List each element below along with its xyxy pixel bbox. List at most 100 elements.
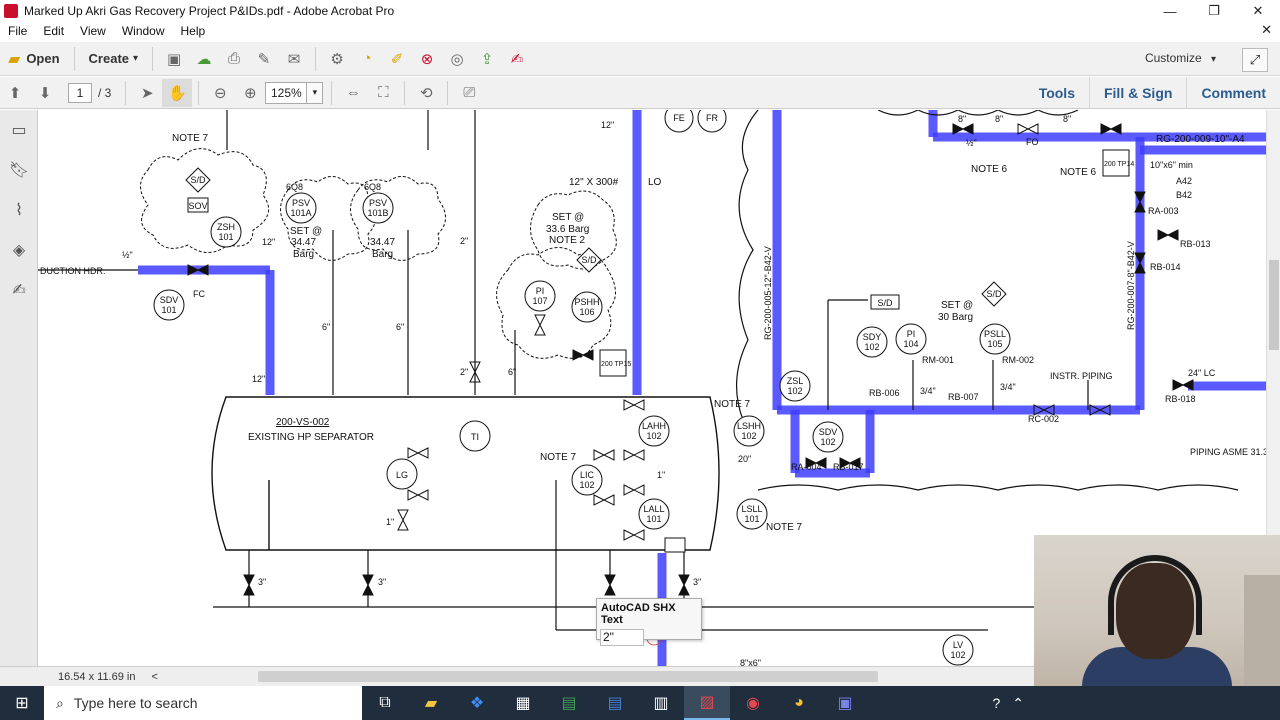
customize-dropdown[interactable]: Customize ▾ (1145, 51, 1216, 65)
open-label: Open (26, 51, 60, 66)
vertical-scroll-thumb[interactable] (1269, 260, 1279, 350)
review-icon[interactable]: ◎ (442, 45, 472, 73)
toolbar-divider (331, 80, 333, 105)
rotate-icon[interactable]: ⟲ (411, 79, 441, 107)
zoom-in-icon[interactable]: ⊕ (235, 79, 265, 107)
size-label-17: 3/4" (920, 386, 936, 396)
set-336-value: 33.6 Barg (546, 224, 589, 235)
page-total: / 3 (98, 85, 112, 100)
menu-help[interactable]: Help (173, 24, 214, 38)
lo-label: LO (648, 177, 662, 188)
search-placeholder: Type here to search (73, 695, 198, 711)
pipe-12x300-label: 12" X 300# (569, 177, 619, 188)
acrobat-taskbar-icon[interactable]: ▨ (684, 686, 730, 720)
sd-diamond-a: S/D (190, 175, 206, 185)
tp14-label: 200 TP14 (1104, 161, 1134, 168)
next-page-icon[interactable]: ⬇ (30, 79, 60, 107)
chrome-icon[interactable]: ◕ (776, 686, 822, 720)
file-explorer-icon[interactable]: ▰ (408, 686, 454, 720)
note6-label-a: NOTE 6 (971, 164, 1008, 175)
shx-text-tooltip: AutoCAD SHX Text 2" (596, 598, 702, 646)
save-icon[interactable]: ▣ (159, 45, 189, 73)
windows-start-icon[interactable]: ⊞ (0, 686, 44, 720)
tools-pane-link[interactable]: Tools (1025, 77, 1089, 109)
signature-panel-icon[interactable]: ✍ (0, 270, 38, 310)
highlight-icon[interactable]: ✐ (382, 45, 412, 73)
fit-width-icon[interactable]: ⇔ (338, 79, 368, 107)
lv102-num: 102 (950, 650, 965, 660)
menu-file[interactable]: File (0, 24, 35, 38)
screen-recorder-icon[interactable]: ◉ (730, 686, 776, 720)
teams-icon[interactable]: ▣ (822, 686, 868, 720)
word-icon[interactable]: ▤ (592, 686, 638, 720)
dropbox-icon[interactable]: ❖ (454, 686, 500, 720)
minimize-button[interactable]: — (1148, 0, 1192, 22)
comment-pane-link[interactable]: Comment (1186, 77, 1280, 109)
screenshot-icon[interactable]: ⎚ (454, 79, 484, 107)
email-icon[interactable]: ✉ (279, 45, 309, 73)
chevron-up-icon[interactable]: ⌃ (1006, 695, 1030, 712)
open-button[interactable]: ▰ Open (0, 45, 68, 73)
horizontal-scroll-thumb[interactable] (258, 671, 878, 682)
chevron-down-icon[interactable]: ▾ (307, 81, 324, 104)
help-icon[interactable]: ? (986, 695, 1006, 711)
expand-icon[interactable]: ⤢ (1242, 48, 1268, 72)
close-window-button[interactable]: ✕ (1236, 0, 1280, 22)
layers-icon[interactable]: ◈ (0, 230, 38, 270)
background-shelf (1244, 575, 1280, 686)
comment-bubble-icon[interactable]: ◔ (352, 45, 382, 73)
rb013-label: RB-013 (1180, 239, 1211, 249)
lahh102-num: 102 (646, 431, 661, 441)
sign-icon[interactable]: ✍ (502, 45, 532, 73)
rm002-label: RM-002 (1002, 355, 1034, 365)
fe-tag: FE (673, 113, 685, 123)
excel-icon[interactable]: ▤ (546, 686, 592, 720)
page-number-input[interactable]: 1 (68, 82, 92, 103)
create-label: Create (88, 51, 130, 66)
size-label-3: 8" (1063, 114, 1071, 124)
attachment-icon[interactable]: ⌇ (0, 190, 38, 230)
calculator-icon[interactable]: ▥ (638, 686, 684, 720)
gear-icon[interactable]: ⚙ (322, 45, 352, 73)
hand-tool-icon[interactable]: ✋ (162, 78, 193, 107)
zoom-level-input[interactable]: 125% (265, 81, 308, 104)
calendar-app-icon[interactable]: ▦ (500, 686, 546, 720)
page-thumbnails-icon[interactable]: ▭ (0, 110, 38, 150)
fit-page-icon[interactable]: ⛶ (368, 79, 398, 107)
menu-edit[interactable]: Edit (35, 24, 72, 38)
size-label-2: 8" (995, 114, 1003, 124)
toolbar-divider (404, 80, 406, 105)
size-label-12: 1" (386, 517, 394, 527)
restore-button[interactable]: ❐ (1192, 0, 1236, 22)
create-button[interactable]: Create ▾ (81, 45, 147, 73)
delete-page-icon[interactable]: ⊗ (412, 45, 442, 73)
set-30-label: SET @ (941, 300, 973, 311)
size-label-21: 12" (601, 120, 614, 130)
task-view-icon[interactable]: ⧉ (362, 686, 408, 720)
menu-view[interactable]: View (72, 24, 114, 38)
taskbar-search[interactable]: ⌕ Type here to search (44, 686, 362, 720)
note2-label: NOTE 2 (549, 235, 586, 246)
set-3447a-value: 34.47 (291, 237, 316, 248)
pi107-num: 107 (532, 296, 547, 306)
toolbar-divider (125, 80, 127, 105)
zoom-out-icon[interactable]: ⊖ (205, 79, 235, 107)
windows-taskbar: ⊞ ⌕ Type here to search ⧉ ▰ ❖ ▦ ▤ ▤ ▥ ▨ … (0, 686, 1280, 720)
zsh101-tag: ZSH (217, 222, 235, 232)
close-document-icon[interactable]: ✕ (1261, 22, 1272, 38)
previous-page-icon[interactable]: ⬆ (0, 79, 30, 107)
menu-bar: File Edit View Window Help ✕ (0, 22, 1280, 40)
sdy102-num: 102 (864, 342, 879, 352)
scroll-left-icon[interactable]: < (151, 671, 157, 683)
select-cursor-icon[interactable]: ➤ (132, 79, 162, 107)
print-icon[interactable]: ⎙ (219, 45, 249, 73)
edit-document-icon[interactable]: ✎ (249, 45, 279, 73)
min-10x6-label: 10"x6" min (1150, 160, 1193, 170)
bookmark-icon[interactable]: 🔖︎ (0, 150, 38, 190)
tooltip-title: AutoCAD SHX Text (601, 602, 676, 626)
rb014-label: RB-014 (1150, 262, 1181, 272)
share-icon[interactable]: ⇪ (472, 45, 502, 73)
upload-cloud-icon[interactable]: ☁ (189, 45, 219, 73)
fill-sign-pane-link[interactable]: Fill & Sign (1088, 77, 1186, 109)
menu-window[interactable]: Window (114, 24, 173, 38)
